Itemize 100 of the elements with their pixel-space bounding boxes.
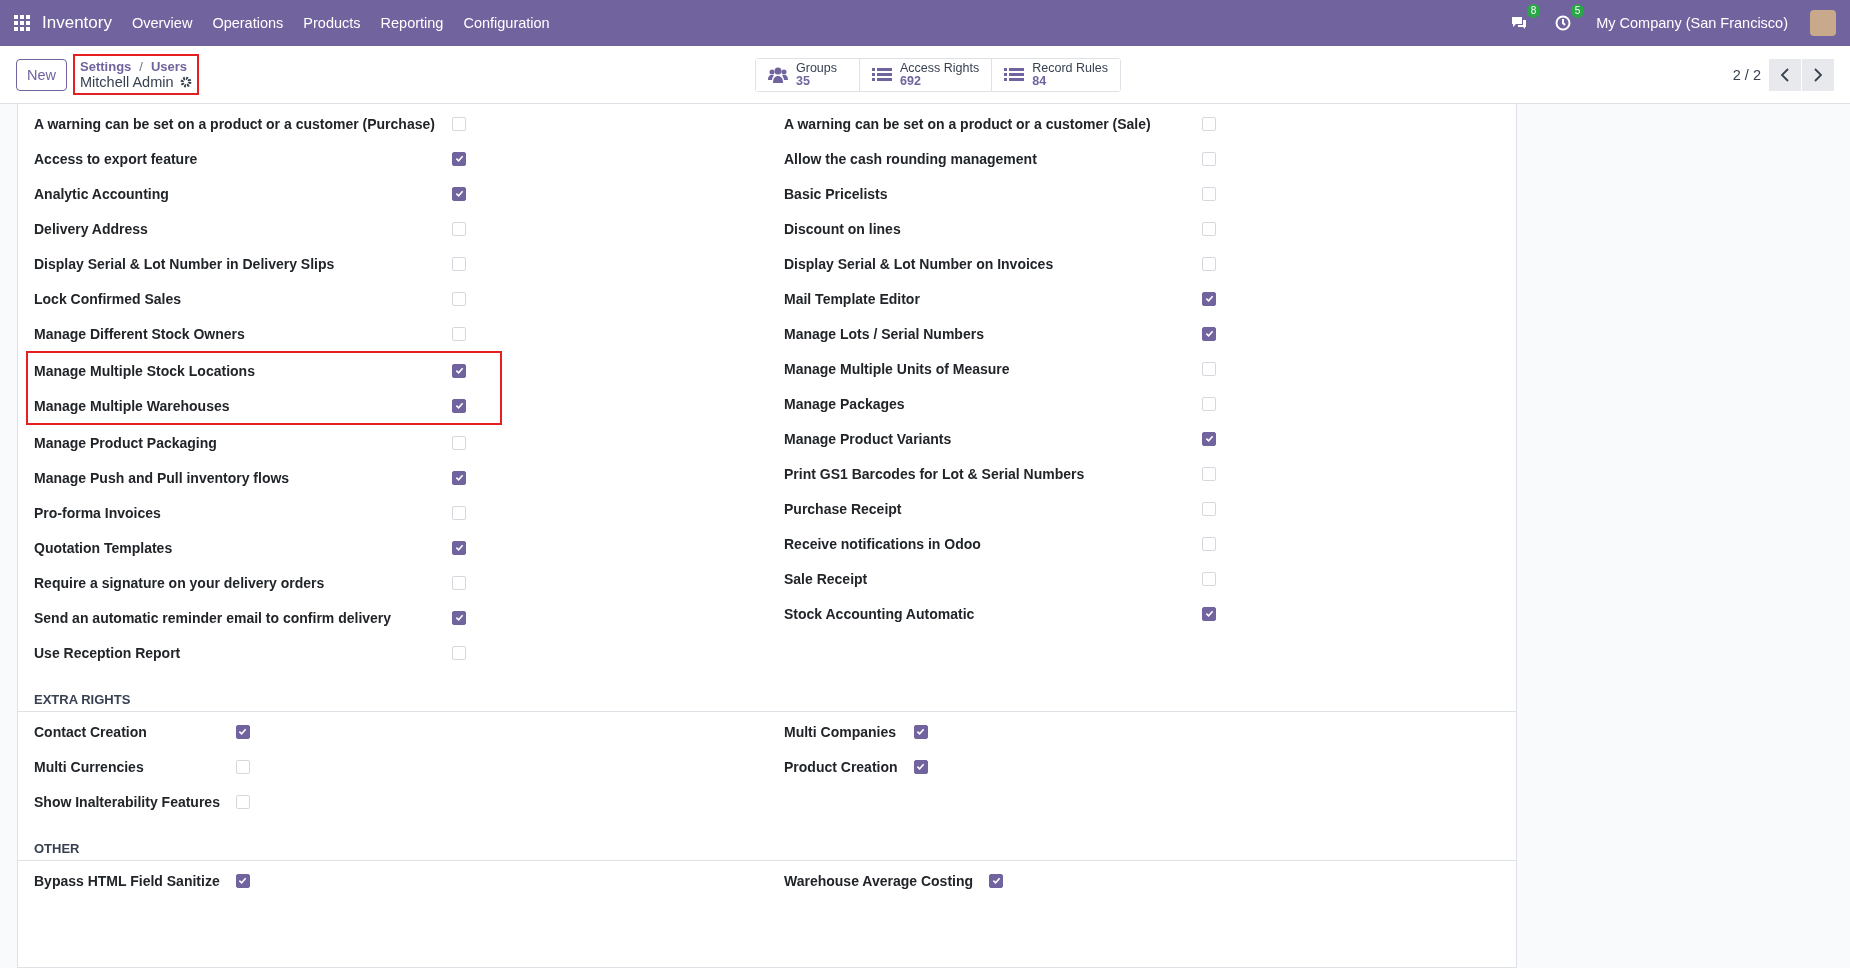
breadcrumb-link[interactable]: Users: [150, 59, 188, 74]
setting-label: A warning can be set on a product or a customer (Sale): [784, 114, 1152, 134]
checkmark-icon: [238, 727, 248, 736]
chevron-left-icon: [1780, 67, 1790, 82]
checkbox[interactable]: [452, 470, 466, 485]
setting-label: Access to export feature: [34, 149, 199, 169]
menu-item[interactable]: Overview: [131, 15, 193, 31]
checkbox[interactable]: [913, 759, 928, 774]
setting-label: Manage Product Packaging: [34, 433, 218, 453]
setting-label: Display Serial & Lot Number in Delivery Slips: [34, 254, 336, 274]
checkbox[interactable]: [913, 724, 928, 739]
gear-icon[interactable]: [179, 76, 192, 88]
apps-grid-icon[interactable]: [14, 15, 30, 31]
setting-label: Display Serial & Lot Number on Invoices: [784, 254, 1055, 274]
setting-label: Require a signature on your delivery orders: [34, 573, 326, 593]
checkmark-icon: [1204, 329, 1214, 338]
setting-label: Purchase Receipt: [784, 499, 903, 519]
checkbox[interactable]: [235, 873, 250, 888]
setting-label: Allow the cash rounding management: [784, 149, 1038, 169]
checkbox[interactable]: [235, 724, 250, 739]
setting-label: A warning can be set on a product or a customer (Purchase): [34, 114, 436, 134]
checkmark-icon: [454, 189, 464, 198]
checkmark-icon: [1204, 609, 1214, 618]
checkmark-icon: [1204, 434, 1214, 443]
checkbox[interactable]: [1202, 606, 1216, 621]
setting-label: Use Reception Report: [34, 643, 182, 663]
setting-label: Manage Lots / Serial Numbers: [784, 324, 985, 344]
record-name: Mitchell Admin: [80, 74, 174, 90]
checkmark-icon: [454, 613, 464, 622]
menu-item[interactable]: Operations: [212, 15, 284, 31]
setting-label: Receive notifications in Odoo: [784, 534, 982, 554]
list-icon: [872, 66, 892, 83]
menu-item[interactable]: Reporting: [380, 15, 444, 31]
setting-label: Manage Multiple Warehouses: [34, 396, 231, 416]
setting-label: Manage Multiple Stock Locations: [34, 361, 256, 381]
checkbox[interactable]: [452, 398, 466, 413]
setting-label: Manage Product Variants: [784, 429, 953, 449]
checkbox[interactable]: [452, 186, 466, 201]
checkmark-icon: [916, 727, 926, 736]
setting-label: Multi Currencies: [34, 757, 145, 777]
setting-label: Basic Pricelists: [784, 184, 889, 204]
checkbox[interactable]: [452, 363, 466, 378]
checkbox[interactable]: [989, 873, 1004, 888]
section-title: OTHER: [18, 835, 1516, 861]
setting-label: Contact Creation: [34, 722, 148, 742]
breadcrumb-link[interactable]: Settings: [80, 59, 132, 74]
list-icon: [1004, 66, 1025, 83]
checkmark-icon: [916, 762, 926, 771]
setting-label: Pro-forma Invoices: [34, 503, 162, 523]
checkmark-icon: [1204, 294, 1214, 303]
checkbox[interactable]: [1202, 431, 1216, 446]
setting-label: Manage Packages: [784, 394, 906, 414]
chat-icon[interactable]: [1510, 15, 1529, 31]
setting-label: Mail Template Editor: [784, 289, 921, 309]
checkbox[interactable]: [452, 610, 466, 625]
setting-label: Show Inalterability Features: [34, 792, 221, 812]
users-icon: [768, 65, 788, 84]
setting-label: Manage Different Stock Owners: [34, 324, 246, 344]
setting-label: Sale Receipt: [784, 569, 869, 589]
app-name[interactable]: Inventory: [42, 13, 112, 33]
count-badge: 5: [1570, 4, 1585, 18]
section-title: EXTRA RIGHTS: [18, 686, 1516, 712]
setting-label: Send an automatic reminder email to confirm delivery: [34, 608, 393, 628]
checkmark-icon: [454, 366, 464, 375]
setting-label: Stock Accounting Automatic: [784, 604, 976, 624]
chevron-right-icon: [1813, 67, 1823, 82]
avatar[interactable]: [1810, 10, 1836, 36]
setting-label: Delivery Address: [34, 219, 149, 239]
setting-label: Multi Companies: [784, 722, 897, 742]
checkmark-icon: [454, 401, 464, 410]
setting-label: Quotation Templates: [34, 538, 174, 558]
setting-label: Discount on lines: [784, 219, 902, 239]
checkbox[interactable]: [452, 151, 466, 166]
pager-counter: 2 / 2: [1732, 66, 1761, 83]
setting-label: Analytic Accounting: [34, 184, 170, 204]
setting-label: Warehouse Average Costing: [784, 871, 975, 891]
setting-label: Manage Push and Pull inventory flows: [34, 468, 291, 488]
checkbox[interactable]: [1202, 291, 1216, 306]
checkmark-icon: [991, 876, 1001, 885]
clock-icon[interactable]: [1554, 14, 1573, 32]
setting-label: Bypass HTML Field Sanitize: [34, 871, 221, 891]
checkbox[interactable]: [1202, 326, 1216, 341]
setting-label: Print GS1 Barcodes for Lot & Serial Numbers: [784, 464, 1086, 484]
checkmark-icon: [238, 876, 248, 885]
setting-label: Manage Multiple Units of Measure: [784, 359, 1011, 379]
next-button[interactable]: [1802, 58, 1834, 91]
checkmark-icon: [454, 473, 464, 482]
count-badge: 8: [1526, 4, 1541, 18]
setting-label: Product Creation: [784, 757, 899, 777]
checkbox[interactable]: [452, 540, 466, 555]
new-button[interactable]: New: [16, 58, 67, 91]
breadcrumb-separator: /: [139, 59, 143, 74]
menu-item[interactable]: Configuration: [463, 15, 550, 31]
setting-label: Lock Confirmed Sales: [34, 289, 183, 309]
menu-item[interactable]: Products: [303, 15, 361, 31]
checkmark-icon: [454, 154, 464, 163]
stat-button[interactable]: Groups 35: [756, 58, 860, 91]
checkmark-icon: [454, 543, 464, 552]
company-switcher[interactable]: My Company (San Francisco): [1596, 15, 1788, 31]
previous-button[interactable]: [1769, 58, 1801, 91]
